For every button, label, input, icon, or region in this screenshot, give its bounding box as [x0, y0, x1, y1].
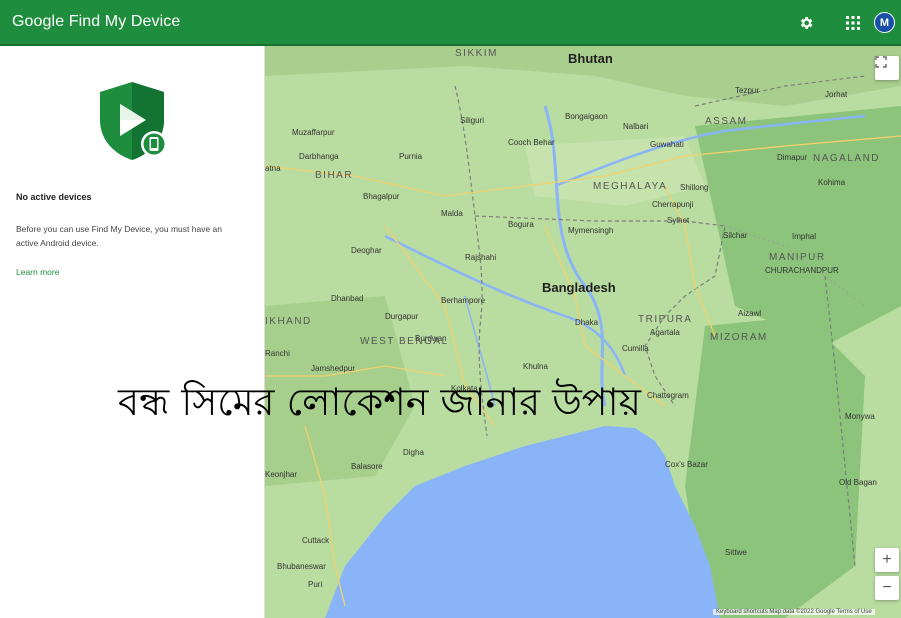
map-label-silchar: Silchar [723, 231, 748, 240]
map-label-malda: Malda [441, 209, 463, 218]
zoom-out-button[interactable]: − [875, 576, 899, 600]
map-label-nalbari: Nalbari [623, 122, 649, 131]
map-label-muzaffarpur: Muzaffarpur [292, 128, 335, 137]
map-label-jamshedpur: Jamshedpur [311, 364, 356, 373]
fullscreen-icon[interactable] [875, 56, 899, 80]
no-devices-heading: No active devices [16, 192, 92, 202]
map-label-jorhat: Jorhat [825, 90, 848, 99]
map-label-cuttack: Cuttack [302, 536, 330, 545]
map-label-sikkim: SIKKIM [455, 48, 498, 59]
map-label-agartala: Agartala [650, 328, 680, 337]
map-label-aizawl: Aizawl [738, 309, 762, 318]
map-label-keonjhar: Keonjhar [265, 470, 298, 479]
map-label-dimapur: Dimapur [777, 153, 808, 162]
map-label-bogura: Bogura [508, 220, 534, 229]
sidebar-panel: No active devices Before you can use Fin… [0, 46, 265, 618]
map-label-bhagalpur: Bhagalpur [363, 192, 400, 201]
map-label-berhampore: Berhampore [441, 296, 486, 305]
find-my-device-shield-icon [98, 80, 170, 167]
app-window: Google Find My Device M No active device… [0, 0, 901, 618]
map-label-bhubaneswar: Bhubaneswar [277, 562, 326, 571]
map-label-jharkhand: IKHAND [265, 316, 312, 327]
map-label-chattogram: Chattogram [647, 391, 689, 400]
zoom-in-button[interactable]: + [875, 548, 899, 572]
map-label-sittwe: Sittwe [725, 548, 747, 557]
map-label-imphal: Imphal [792, 232, 817, 241]
map-label-siliguri: Siliguri [460, 116, 485, 125]
map-label-meghalaya: MEGHALAYA [593, 181, 668, 192]
map-label-rajshahi: Rajshahi [465, 253, 497, 262]
map-label-mymensingh: Mymensingh [568, 226, 614, 235]
map-label-tripura: TRIPURA [638, 314, 693, 325]
map-label-digha: Digha [403, 448, 424, 457]
map-label-balasore: Balasore [351, 462, 383, 471]
map-label-bihar: BIHAR [315, 170, 354, 181]
map-label-cherrapunji: Cherrapunji [652, 200, 694, 209]
map-view[interactable]: SIKKIM Bhutan Siliguri Cooch Behar Bonga… [265, 46, 901, 618]
learn-more-link[interactable]: Learn more [16, 267, 59, 277]
map-label-puri: Puri [308, 580, 323, 589]
app-title: Google Find My Device [12, 13, 181, 30]
map-label-cumilla: Cumilla [622, 344, 649, 353]
map-label-tezpur: Tezpur [735, 86, 760, 95]
map-label-west-bengal: WEST BENGAL [360, 336, 449, 347]
map-label-shillong: Shillong [680, 183, 709, 192]
map-label-dhanbad: Dhanbad [331, 294, 364, 303]
map-label-patna: atna [265, 164, 281, 173]
map-label-darbhanga: Darbhanga [299, 152, 339, 161]
map-label-monywa: Monywa [845, 412, 875, 421]
map-label-bhutan: Bhutan [568, 51, 613, 66]
map-attribution: Keyboard shortcuts Map data ©2022 Google… [713, 609, 875, 615]
map-canvas [265, 46, 901, 618]
overlay-caption: বন্ধ সিমের লোকেশন জানার উপায় [118, 380, 641, 424]
map-label-purnia: Purnia [399, 152, 423, 161]
top-app-bar: Google Find My Device M [0, 0, 901, 46]
map-label-manipur: MANIPUR [769, 252, 826, 263]
no-devices-description: Before you can use Find My Device, you m… [16, 224, 222, 248]
gear-icon[interactable] [796, 13, 816, 33]
apps-grid-icon[interactable] [843, 13, 863, 33]
map-label-deoghar: Deoghar [351, 246, 382, 255]
map-label-cooch-behar: Cooch Behar [508, 138, 555, 147]
map-label-mizoram: MIZORAM [710, 332, 768, 343]
map-label-durgapur: Durgapur [385, 312, 419, 321]
map-label-old-bagan: Old Bagan [839, 478, 877, 487]
map-label-khulna: Khulna [523, 362, 548, 371]
account-avatar[interactable]: M [874, 12, 895, 33]
map-label-coxs-bazar: Cox's Bazar [665, 460, 708, 469]
map-label-dhaka: Dhaka [575, 318, 599, 327]
map-label-guwahati: Guwahati [650, 140, 684, 149]
map-label-bongaigaon: Bongaigaon [565, 112, 608, 121]
map-label-assam: ASSAM [705, 116, 748, 127]
map-label-nagaland: NAGALAND [813, 153, 881, 164]
map-label-ranchi: Ranchi [265, 349, 290, 358]
map-label-sylhet: Sylhet [667, 216, 690, 225]
map-label-kohima: Kohima [818, 178, 846, 187]
map-label-bangladesh: Bangladesh [542, 280, 616, 295]
map-label-churachandpur: CHURACHANDPUR [765, 266, 839, 275]
